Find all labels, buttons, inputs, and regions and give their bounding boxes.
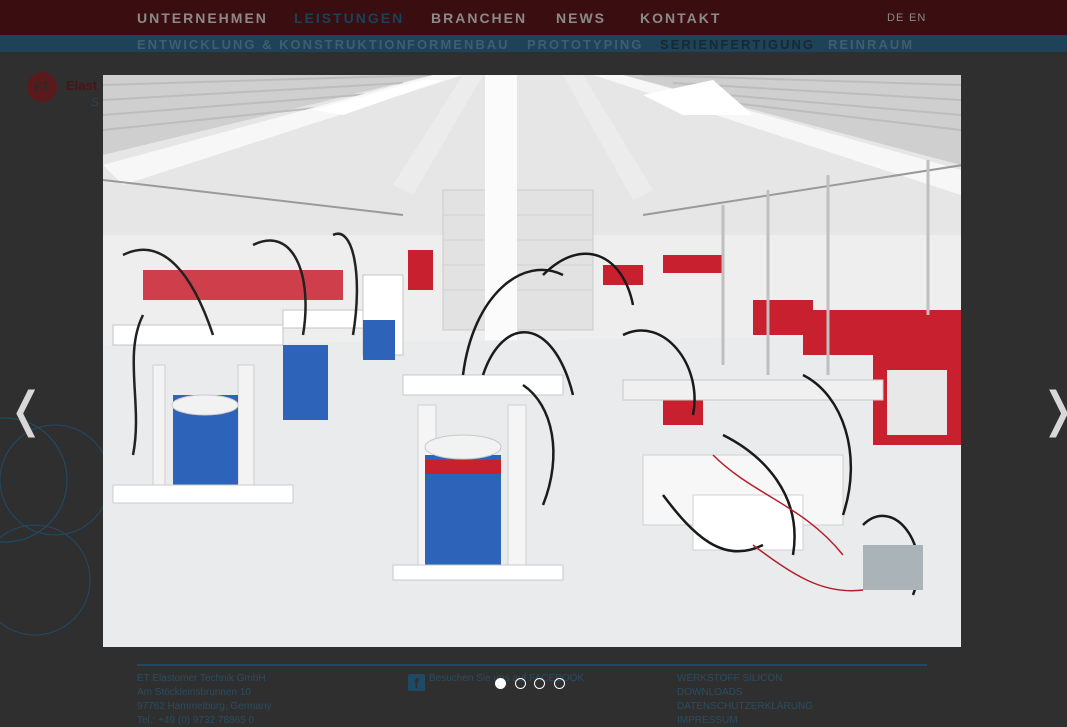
logo-subtext: S <box>91 95 100 109</box>
slide-dot-4[interactable] <box>554 678 565 689</box>
footer-city: 97762 Hammelburg, Germany <box>137 701 272 712</box>
nav-item-branchen[interactable]: BRANCHEN <box>431 10 527 26</box>
subnav-item-serienfertigung[interactable]: SERIENFERTIGUNG <box>660 37 815 52</box>
footer-company: ET Elastomer Technik GmbH <box>137 673 266 684</box>
footer-link-datenschutz[interactable]: DATENSCHUTZERKLÄRUNG <box>677 701 813 712</box>
facebook-icon[interactable]: f <box>408 674 425 691</box>
footer-street: Am Stöckleinsbrunnen 10 <box>137 687 251 698</box>
top-navigation: UNTERNEHMEN LEISTUNGEN BRANCHEN NEWS KON… <box>0 0 1067 35</box>
previous-arrow-icon[interactable]: ❬ <box>6 380 46 440</box>
language-de[interactable]: DE <box>887 12 904 24</box>
lightbox-photo[interactable] <box>103 75 961 647</box>
nav-item-unternehmen[interactable]: UNTERNEHMEN <box>137 10 268 26</box>
production-hall-image <box>103 75 961 647</box>
footer-link-downloads[interactable]: DOWNLOADS <box>677 687 743 698</box>
slide-dot-2[interactable] <box>515 678 526 689</box>
subnav-item-entwicklung[interactable]: ENTWICKLUNG & KONSTRUKTION <box>137 37 408 52</box>
slide-dot-1[interactable] <box>495 678 506 689</box>
footer-phone: Tel.: +49 (0) 9732 78865 0 <box>137 715 255 726</box>
language-en[interactable]: EN <box>909 12 926 24</box>
nav-item-news[interactable]: NEWS <box>556 10 606 26</box>
sub-navigation: ENTWICKLUNG & KONSTRUKTION FORMENBAU PRO… <box>0 35 1067 52</box>
logo-text: Elast <box>66 78 98 93</box>
footer-divider <box>137 664 927 666</box>
next-arrow-icon[interactable]: ❭ <box>1038 380 1067 440</box>
nav-item-kontakt[interactable]: KONTAKT <box>640 10 721 26</box>
subnav-item-formenbau[interactable]: FORMENBAU <box>407 37 510 52</box>
nav-item-leistungen[interactable]: LEISTUNGEN <box>294 10 404 26</box>
footer-link-impressum[interactable]: IMPRESSUM <box>677 715 738 726</box>
subnav-item-reinraum[interactable]: REINRAUM <box>828 37 914 52</box>
slide-dot-3[interactable] <box>534 678 545 689</box>
subnav-item-prototyping[interactable]: PROTOTYPING <box>527 37 643 52</box>
footer-link-werkstoff-silicon[interactable]: WERKSTOFF SILICON <box>677 673 782 684</box>
company-logo-icon[interactable]: ET <box>27 72 57 102</box>
